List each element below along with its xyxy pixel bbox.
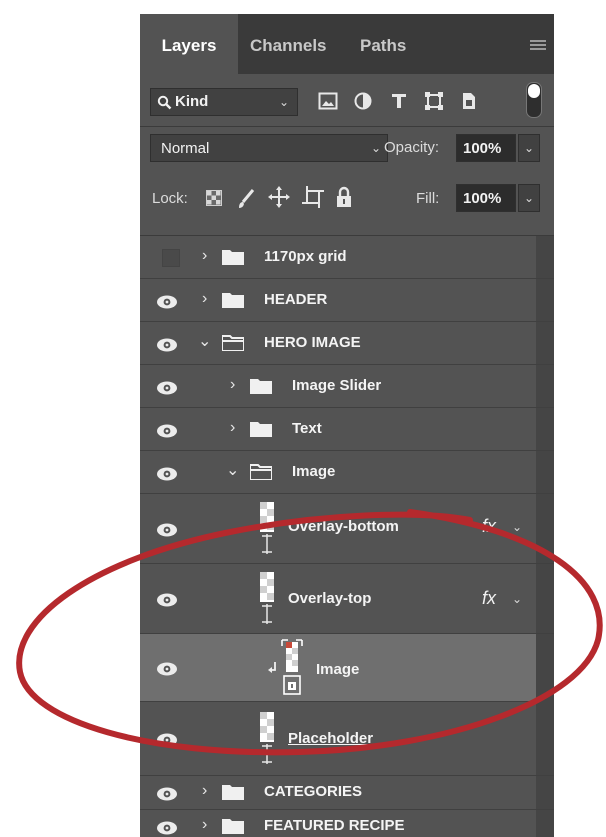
eye-icon[interactable] (154, 522, 180, 538)
eye-icon[interactable] (154, 423, 180, 439)
layer-row[interactable]: Placeholder (140, 702, 554, 776)
layer-effects-fx-icon[interactable]: fx (482, 516, 496, 537)
layer-thumbnail-icon (260, 712, 274, 764)
blend-toolbar: Normal ⌄ Opacity: 100% ⌄ (140, 127, 554, 171)
filter-toolbar: Kind ⌄ (140, 74, 554, 126)
chevron-down-icon[interactable]: ⌄ (512, 520, 522, 534)
eye-icon[interactable] (154, 820, 180, 836)
shape-filter-icon[interactable] (424, 91, 444, 111)
chevron-right-icon[interactable]: › (202, 782, 207, 800)
chevron-down-icon: ⌄ (524, 141, 535, 155)
layer-name: HERO IMAGE (264, 334, 361, 351)
eye-icon[interactable] (154, 337, 180, 353)
eye-icon[interactable] (154, 380, 180, 396)
lock-image-pixels-brush-icon[interactable] (236, 188, 256, 210)
tab-paths[interactable]: Paths (360, 14, 406, 74)
opacity-input[interactable]: 100% (456, 134, 516, 162)
tab-layers[interactable]: Layers (140, 14, 238, 74)
chevron-right-icon[interactable]: › (202, 247, 207, 265)
layer-row-selected[interactable]: Image (140, 634, 536, 702)
chevron-right-icon[interactable]: › (230, 376, 235, 394)
chevron-down-icon[interactable]: ⌄ (198, 331, 211, 351)
layer-name: FEATURED RECIPE (264, 817, 405, 834)
lock-label: Lock: (152, 190, 188, 207)
lock-all-padlock-icon[interactable] (336, 186, 352, 208)
layer-row[interactable]: ⌄ HERO IMAGE (140, 322, 554, 365)
fill-label: Fill: (416, 190, 440, 207)
smart-object-thumbnail-icon (281, 639, 303, 695)
chevron-right-icon[interactable]: › (202, 816, 207, 834)
layer-thumbnail-icon (260, 502, 274, 554)
eye-icon[interactable] (154, 592, 180, 608)
opacity-dropdown-button[interactable]: ⌄ (518, 134, 540, 162)
layers-panel: Layers Channels Paths Kind ⌄ Normal ⌄ Op… (140, 14, 554, 837)
folder-icon (222, 293, 244, 308)
search-icon (157, 95, 172, 110)
filter-kind-select[interactable]: Kind ⌄ (150, 88, 298, 116)
layer-row[interactable]: › Text (140, 408, 554, 451)
fill-value: 100% (463, 190, 502, 207)
fill-dropdown-button[interactable]: ⌄ (518, 184, 540, 212)
layer-row[interactable]: › HEADER (140, 279, 554, 322)
layer-row[interactable]: Overlay-bottom fx ⌄ (140, 494, 554, 564)
folder-open-icon (250, 464, 272, 480)
layer-name: Image (316, 661, 360, 678)
eye-icon[interactable] (154, 661, 180, 677)
clipping-mask-arrow-icon (268, 662, 276, 673)
layer-name: Text (292, 420, 322, 437)
layer-row[interactable]: › 1170px grid (140, 236, 554, 279)
layer-row[interactable]: › FEATURED RECIPE (140, 810, 554, 837)
folder-icon (250, 422, 272, 437)
lock-toolbar: Lock: Fill: 100% ⌄ (140, 172, 554, 236)
eye-icon[interactable] (154, 732, 180, 748)
visibility-toggle-empty[interactable] (162, 249, 180, 267)
eye-icon[interactable] (154, 466, 180, 482)
opacity-value: 100% (463, 140, 502, 157)
layer-name: Overlay-top (288, 590, 372, 607)
chevron-down-icon: ⌄ (524, 191, 535, 205)
layer-row[interactable]: › Image Slider (140, 365, 554, 408)
fill-input[interactable]: 100% (456, 184, 516, 212)
eye-icon[interactable] (154, 786, 180, 802)
layer-name: 1170px grid (264, 248, 347, 265)
panel-menu-icon[interactable] (530, 40, 546, 52)
layer-effects-fx-icon[interactable]: fx (482, 588, 496, 609)
chevron-down-icon[interactable]: ⌄ (512, 592, 522, 606)
blend-mode-value: Normal (161, 140, 210, 157)
chevron-down-icon[interactable]: ⌄ (226, 460, 239, 480)
eye-icon[interactable] (154, 294, 180, 310)
panel-tab-bar: Layers Channels Paths (140, 14, 554, 74)
filter-toggle-switch[interactable] (526, 82, 542, 118)
lock-transparent-pixels-icon[interactable] (206, 190, 222, 206)
image-filter-icon[interactable] (318, 92, 338, 110)
filter-kind-label: Kind (175, 93, 209, 110)
folder-icon (250, 379, 272, 394)
layer-name: Image (292, 463, 336, 480)
chevron-down-icon: ⌄ (278, 95, 289, 109)
smart-object-filter-icon[interactable] (460, 91, 478, 111)
layer-name: Overlay-bottom (288, 518, 399, 535)
layer-thumbnail-icon (260, 572, 274, 624)
type-filter-icon[interactable] (390, 92, 408, 110)
layer-row[interactable]: › CATEGORIES (140, 776, 554, 810)
lock-position-move-icon[interactable] (268, 186, 290, 208)
layer-name: Placeholder (288, 730, 374, 747)
layer-name: Image Slider (292, 377, 382, 394)
folder-icon (222, 785, 244, 800)
layer-name: CATEGORIES (264, 783, 363, 800)
lock-artboard-icon[interactable] (302, 186, 324, 208)
chevron-right-icon[interactable]: › (230, 419, 235, 437)
folder-open-icon (222, 335, 244, 351)
blend-mode-select[interactable]: Normal ⌄ (150, 134, 388, 162)
folder-icon (222, 250, 244, 265)
folder-icon (222, 819, 244, 834)
tab-channels[interactable]: Channels (250, 14, 327, 74)
layer-row[interactable]: Overlay-top fx ⌄ (140, 564, 554, 634)
layer-name: HEADER (264, 291, 328, 308)
layer-row[interactable]: ⌄ Image (140, 451, 554, 494)
adjustment-filter-icon[interactable] (354, 92, 372, 110)
chevron-right-icon[interactable]: › (202, 290, 207, 308)
chevron-down-icon: ⌄ (370, 141, 381, 155)
opacity-label: Opacity: (384, 139, 440, 156)
